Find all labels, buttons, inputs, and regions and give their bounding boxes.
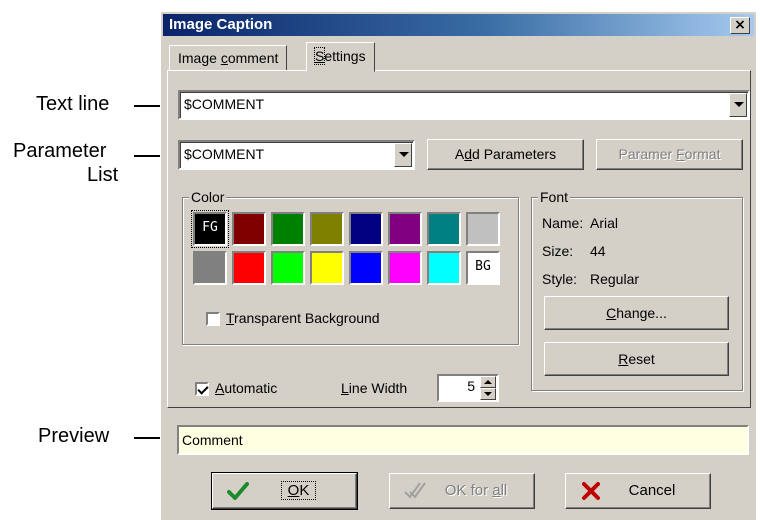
image-caption-dialog: Image Caption × Image comment Settings $…: [160, 11, 756, 520]
chevron-down-icon[interactable]: [729, 93, 747, 117]
color-swatch[interactable]: [466, 212, 500, 246]
color-swatch[interactable]: [388, 251, 422, 285]
color-swatch[interactable]: [310, 212, 344, 246]
font-style-label: Style:: [542, 271, 578, 287]
color-swatch[interactable]: [271, 251, 305, 285]
color-swatch[interactable]: [427, 251, 461, 285]
line-width-value: 5: [467, 378, 475, 394]
font-group-label: Font: [538, 189, 571, 205]
chevron-down-icon[interactable]: [394, 143, 412, 167]
swatch-label: FG: [202, 220, 218, 235]
swatch-label: BG: [475, 259, 491, 274]
font-group: Font Name: Arial Size: 44 Style: Regular…: [531, 189, 743, 391]
color-swatch[interactable]: [349, 251, 383, 285]
font-size-value: 44: [590, 243, 606, 259]
parameter-format-button[interactable]: Paramer Format: [596, 139, 743, 170]
spin-down-icon[interactable]: [480, 388, 496, 400]
parameter-list-combo[interactable]: $COMMENT: [178, 140, 415, 170]
parameter-list-callout: Parameter: [13, 140, 107, 162]
automatic-label[interactable]: Automatic: [215, 380, 277, 396]
reset-font-button[interactable]: Reset: [544, 342, 729, 376]
preview-callout: Preview: [38, 425, 110, 447]
color-group: Color FG BG Transparent Background: [182, 189, 519, 345]
checkmark-icon: [227, 482, 249, 500]
parameter-list-callout-line2: List: [87, 164, 119, 186]
ok-button[interactable]: OK: [211, 472, 358, 510]
red-x-icon: [582, 482, 600, 500]
color-swatch[interactable]: [388, 212, 422, 246]
tab-settings[interactable]: Settings: [306, 42, 375, 72]
color-swatch[interactable]: [271, 212, 305, 246]
color-swatch[interactable]: BG: [466, 251, 500, 285]
dialog-title: Image Caption: [169, 16, 273, 33]
transparent-background-checkbox[interactable]: [206, 312, 220, 326]
add-parameters-button[interactable]: Add Parameters: [427, 139, 584, 170]
color-swatch[interactable]: [232, 251, 266, 285]
parameter-list-value: $COMMENT: [184, 146, 265, 162]
preview-field: Comment: [177, 425, 749, 455]
color-swatch[interactable]: FG: [191, 210, 229, 248]
ok-for-all-button[interactable]: OK for all: [389, 473, 535, 509]
text-line-callout: Text line: [36, 93, 110, 115]
color-swatch[interactable]: [349, 212, 383, 246]
line-width-label: Line Width: [341, 380, 408, 396]
close-button[interactable]: ×: [730, 17, 750, 34]
title-bar: Image Caption ×: [163, 14, 754, 36]
color-swatch[interactable]: [427, 212, 461, 246]
tab-image-comment[interactable]: Image comment: [169, 45, 288, 71]
change-font-button[interactable]: Change...: [544, 296, 729, 330]
preview-text: Comment: [182, 432, 243, 448]
color-swatch[interactable]: [310, 251, 344, 285]
transparent-background-label[interactable]: Transparent Background: [226, 310, 380, 326]
automatic-checkbox[interactable]: [195, 382, 209, 396]
font-style-value: Regular: [590, 271, 640, 287]
color-swatch[interactable]: [193, 251, 227, 285]
color-group-label: Color: [189, 189, 227, 205]
line-width-spinner[interactable]: 5: [437, 374, 499, 402]
settings-panel: $COMMENT $COMMENT Add Parameters Paramer…: [167, 70, 751, 408]
cancel-button[interactable]: Cancel: [565, 473, 711, 509]
text-line-combo[interactable]: $COMMENT: [178, 90, 750, 120]
text-line-value: $COMMENT: [184, 96, 265, 112]
color-swatch[interactable]: [232, 212, 266, 246]
spin-up-icon[interactable]: [480, 376, 496, 388]
font-name-value: Arial: [590, 215, 619, 231]
double-checkmark-icon: [404, 482, 426, 499]
font-name-label: Name:: [542, 215, 584, 231]
close-icon: ×: [734, 17, 746, 33]
font-size-label: Size:: [542, 243, 574, 259]
